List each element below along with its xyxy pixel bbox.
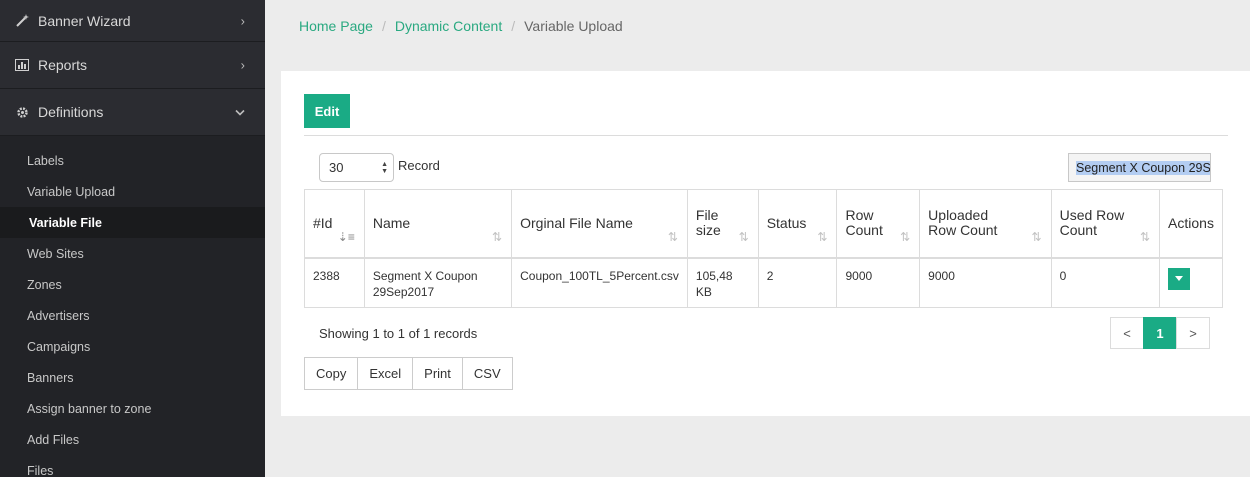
pagination-prev-button[interactable]: < (1110, 317, 1144, 349)
column-header-actions: Actions (1159, 189, 1223, 259)
cell-uploaded-row-count: 9000 (919, 257, 1052, 308)
sort-icon: ⇅ (667, 229, 678, 244)
cell-actions (1159, 257, 1223, 308)
sidebar: Banner Wizard › Reports › Definitions La… (0, 0, 265, 477)
divider (304, 135, 1228, 136)
sidebar-item-files[interactable]: Files (0, 455, 265, 477)
edit-button[interactable]: Edit (304, 94, 350, 128)
search-input[interactable]: Segment X Coupon 29Sep2017 (1068, 153, 1211, 182)
cell-file-name: Coupon_100TL_5Percent.csv (511, 257, 688, 308)
sidebar-item-add-files[interactable]: Add Files (0, 424, 265, 455)
column-header-id[interactable]: #Id ⇣≡ (304, 189, 365, 259)
breadcrumb-current: Variable Upload (524, 18, 623, 34)
column-header-name[interactable]: Name ⇅ (363, 189, 513, 259)
chevron-down-icon (235, 105, 245, 120)
sort-icon: ⇅ (817, 229, 828, 244)
sidebar-submenu: Labels Variable Upload Variable File Web… (0, 136, 265, 477)
cell-used-row-count: 0 (1050, 257, 1161, 308)
select-arrows-icon: ▲ ▼ (381, 161, 388, 175)
column-header-status[interactable]: Status ⇅ (757, 189, 838, 259)
csv-button[interactable]: CSV (461, 357, 513, 390)
sidebar-item-assign-banner-to-zone[interactable]: Assign banner to zone (0, 393, 265, 424)
copy-button[interactable]: Copy (304, 357, 359, 390)
chevron-right-icon: › (240, 57, 245, 73)
cell-name: Segment X Coupon 29Sep2017 (363, 257, 513, 308)
sidebar-item-advertisers[interactable]: Advertisers (0, 300, 265, 331)
sort-icon: ⇅ (738, 229, 749, 244)
content-panel: Edit 30 ▲▼ Record Segment X Coupon 29Sep… (281, 71, 1250, 416)
sort-desc-icon: ⇣≡ (337, 229, 355, 244)
sidebar-item-zones[interactable]: Zones (0, 269, 265, 300)
table-row: 2388 Segment X Coupon 29Sep2017 Coupon_10… (304, 257, 1223, 308)
breadcrumb: Home Page / Dynamic Content / Variable U… (299, 18, 623, 34)
sort-icon: ⇅ (1139, 229, 1151, 244)
sort-icon: ⇅ (492, 229, 503, 244)
sidebar-item-banner-wizard[interactable]: Banner Wizard › (0, 0, 265, 42)
breadcrumb-separator: / (511, 18, 516, 34)
records-per-page-label: Record (398, 158, 440, 173)
cell-row-count: 9000 (836, 257, 921, 308)
sidebar-item-banners[interactable]: Banners (0, 362, 265, 393)
export-buttons: Copy Excel Print CSV (304, 357, 513, 390)
search-input-value: Segment X Coupon 29Sep2017 (1076, 160, 1210, 175)
magic-wand-icon (14, 14, 30, 28)
pagination-next-button[interactable]: > (1176, 317, 1210, 349)
actions-dropdown-button[interactable] (1168, 267, 1191, 290)
sidebar-item-reports[interactable]: Reports › (0, 42, 265, 89)
bar-chart-icon (14, 58, 30, 72)
column-header-row-count[interactable]: Row Count ⇅ (836, 189, 921, 259)
sidebar-item-variable-upload[interactable]: Variable Upload (0, 176, 265, 207)
column-header-uploaded-row-count[interactable]: Uploaded Row Count ⇅ (919, 189, 1052, 259)
breadcrumb-separator: / (381, 18, 386, 34)
sidebar-item-label: Banner Wizard (38, 12, 131, 29)
breadcrumb-dynamic-content-link[interactable]: Dynamic Content (395, 18, 502, 34)
gear-icon (14, 105, 30, 119)
sidebar-item-variable-file[interactable]: Variable File (0, 207, 265, 238)
records-per-page-value: 30 (329, 160, 344, 175)
pagination-page-button[interactable]: 1 (1143, 317, 1177, 349)
caret-down-icon (1175, 276, 1184, 281)
pagination: < 1 > (1110, 317, 1210, 349)
cell-id: 2388 (304, 257, 365, 308)
cell-file-size: 105,48 KB (686, 257, 759, 308)
column-header-file-size[interactable]: File size ⇅ (686, 189, 759, 259)
sidebar-item-label: Definitions (38, 104, 104, 120)
variable-file-table: #Id ⇣≡ Name ⇅ Orginal File Name ⇅ File size ⇅… (304, 189, 1223, 308)
sidebar-item-label: Reports (38, 57, 88, 73)
sort-icon: ⇅ (1031, 229, 1042, 244)
print-button[interactable]: Print (412, 357, 463, 390)
excel-button[interactable]: Excel (357, 357, 414, 390)
column-header-original-file-name[interactable]: Orginal File Name ⇅ (511, 189, 688, 259)
sidebar-item-definitions[interactable]: Definitions (0, 89, 265, 136)
breadcrumb-home-link[interactable]: Home Page (299, 18, 373, 34)
column-header-used-row-count[interactable]: Used Row Count ⇅ (1050, 189, 1161, 259)
sidebar-item-campaigns[interactable]: Campaigns (0, 331, 265, 362)
records-per-page-select[interactable]: 30 ▲ ▼ (319, 153, 394, 182)
sort-icon: ⇅ (900, 229, 911, 244)
table-header-row: #Id ⇣≡ Name ⇅ Orginal File Name ⇅ File size ⇅… (304, 189, 1223, 259)
chevron-right-icon: › (240, 13, 245, 28)
records-info: Showing 1 to 1 of 1 records (319, 326, 478, 341)
cell-status: 2 (757, 257, 838, 308)
sidebar-item-labels[interactable]: Labels (0, 145, 265, 176)
sidebar-item-web-sites[interactable]: Web Sites (0, 238, 265, 269)
